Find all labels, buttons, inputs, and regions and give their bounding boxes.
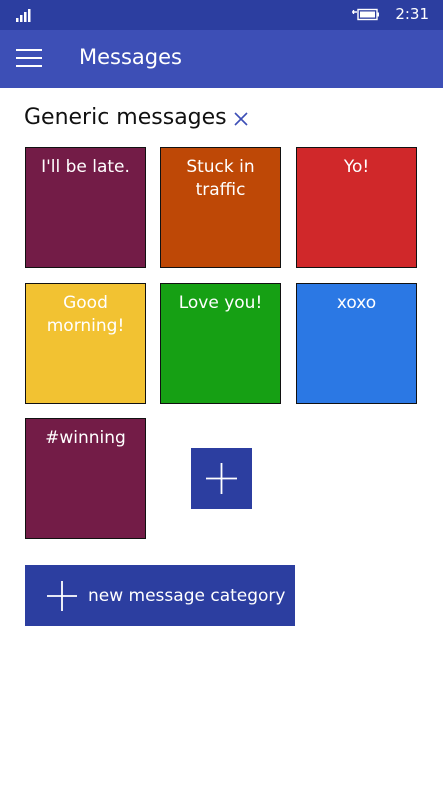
message-tile-label: I'll be late. bbox=[41, 157, 130, 177]
close-icon[interactable] bbox=[233, 111, 249, 127]
message-tile-label: xoxo bbox=[336, 293, 377, 313]
signal-strength-icon bbox=[16, 9, 31, 22]
clock: 2:31 bbox=[395, 5, 429, 23]
message-tile-label: Love you! bbox=[178, 293, 263, 313]
hamburger-menu-icon[interactable] bbox=[16, 49, 42, 69]
message-tile-label: Yo! bbox=[343, 157, 370, 177]
message-tile[interactable]: Yo! bbox=[296, 147, 417, 268]
section-title: Generic messages bbox=[24, 104, 227, 130]
plus-icon bbox=[206, 463, 237, 494]
message-tile[interactable]: Love you! bbox=[160, 283, 281, 404]
message-tile[interactable]: I'll be late. bbox=[25, 147, 146, 268]
plus-icon bbox=[47, 580, 77, 611]
section-header: Generic messages bbox=[24, 101, 249, 133]
message-tile-label: Stuck in traffic bbox=[186, 157, 255, 200]
message-tile[interactable]: Good morning! bbox=[25, 283, 146, 404]
add-message-button[interactable] bbox=[191, 448, 252, 509]
message-tile[interactable]: xoxo bbox=[296, 283, 417, 404]
message-tile-label: Good morning! bbox=[46, 293, 125, 336]
battery-charging-icon bbox=[352, 8, 379, 21]
app-bar: Messages bbox=[0, 30, 443, 88]
message-tile-label: #winning bbox=[45, 428, 126, 448]
new-category-label: new message category bbox=[88, 585, 286, 606]
app-title: Messages bbox=[79, 45, 182, 69]
status-bar: 2:31 bbox=[0, 0, 443, 30]
message-tile[interactable]: Stuck in traffic bbox=[160, 147, 281, 268]
message-tile[interactable]: #winning bbox=[25, 418, 146, 539]
new-message-category-button[interactable]: new message category bbox=[25, 565, 295, 626]
